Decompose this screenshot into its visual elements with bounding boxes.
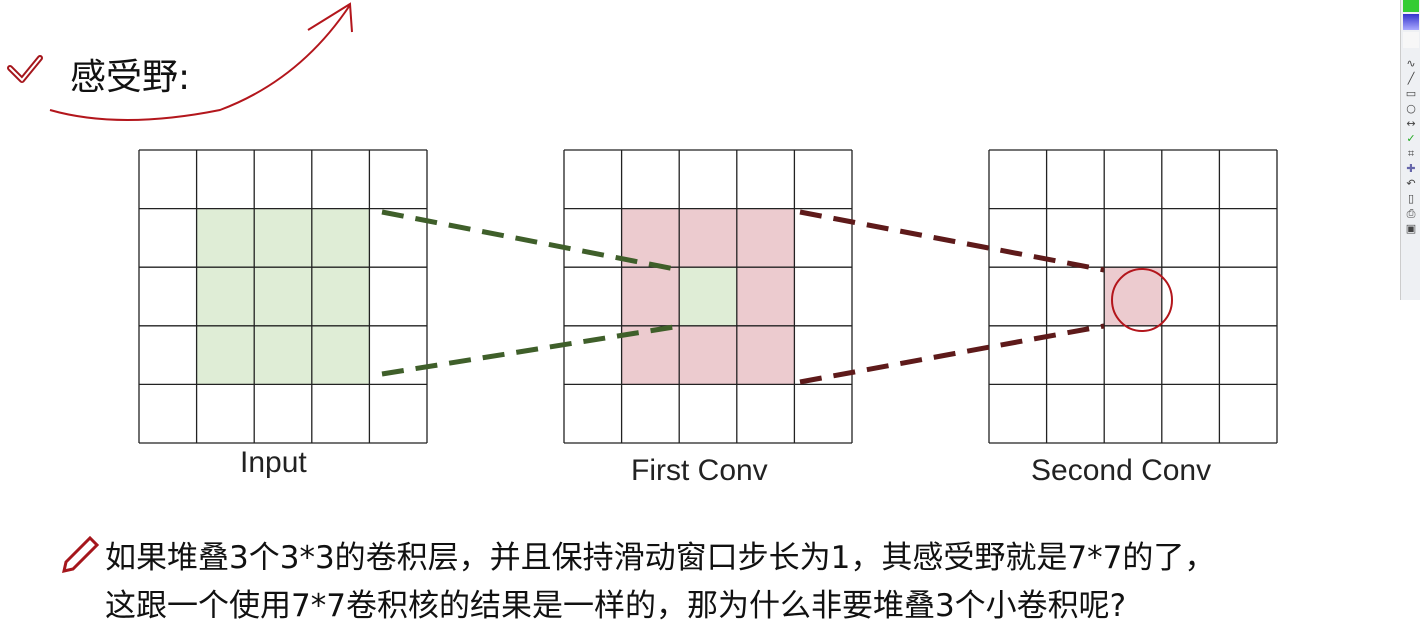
dashed-line (799, 209, 1105, 273)
page-title: 感受野: (70, 57, 191, 98)
input-label: Input (240, 446, 307, 479)
highlight-cell (679, 267, 737, 326)
color-white-swatch[interactable] (1403, 32, 1419, 48)
pencil-icon (62, 535, 100, 573)
undo-icon[interactable]: ↶ (1404, 178, 1418, 190)
add-icon[interactable]: ✚ (1404, 163, 1418, 175)
crop-icon[interactable]: ⌗ (1404, 148, 1418, 160)
line-icon[interactable]: ╱ (1404, 73, 1418, 85)
color-blue-swatch[interactable] (1403, 14, 1419, 30)
pen-icon[interactable]: ∿ (1404, 58, 1418, 70)
dashed-line (799, 323, 1105, 385)
paragraph-line-1: 如果堆叠3个3*3的卷积层，并且保持滑动窗口步长为1，其感受野就是7*7的了， (105, 540, 1216, 576)
new-page-icon[interactable]: ▯ (1404, 193, 1418, 205)
ellipse-icon[interactable]: ○ (1404, 103, 1418, 115)
paragraph-line-2: 这跟一个使用7*7卷积核的结果是一样的，那为什么非要堆叠3个小卷积呢? (105, 588, 1127, 624)
highlight-cell (196, 208, 370, 385)
arrow-icon[interactable]: ↔ (1404, 118, 1418, 130)
first-conv-label: First Conv (631, 454, 768, 487)
drawing-toolbar: ∿ ╱ ▭ ○ ↔ ✓ ⌗ ✚ ↶ ▯ ⎙ ▣ (1400, 0, 1420, 300)
image-icon[interactable]: ▣ (1404, 223, 1418, 235)
print-icon[interactable]: ⎙ (1404, 208, 1418, 220)
color-green-swatch[interactable] (1403, 0, 1419, 12)
rectangle-icon[interactable]: ▭ (1404, 88, 1418, 100)
check-icon[interactable]: ✓ (1404, 133, 1418, 145)
second-conv-label: Second Conv (1031, 454, 1212, 487)
